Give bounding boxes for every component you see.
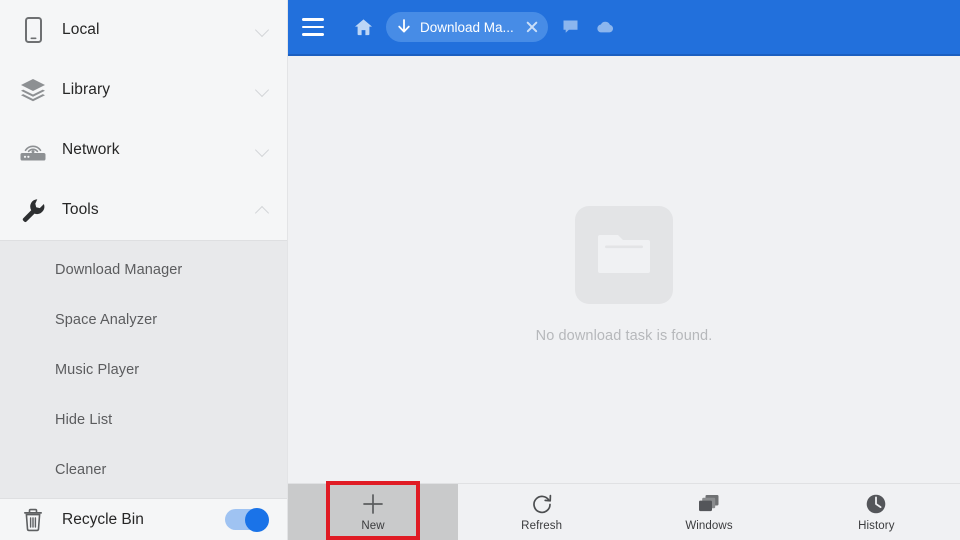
sidebar-item-label: Network xyxy=(62,141,120,158)
sidebar-subitem-hide-list[interactable]: Hide List xyxy=(0,395,287,445)
sidebar-subitem-download-manager[interactable]: Download Manager xyxy=(0,245,287,295)
sidebar-item-local[interactable]: Local xyxy=(0,0,287,60)
tab-title: Download Ma... xyxy=(420,19,514,35)
new-button-zone: New xyxy=(288,484,458,540)
sidebar-subitem-label: Download Manager xyxy=(55,262,183,278)
recycle-bin-toggle[interactable] xyxy=(225,507,269,532)
sidebar-subitem-label: Music Player xyxy=(55,362,140,378)
refresh-button[interactable]: Refresh xyxy=(458,484,625,540)
sidebar-subitem-label: Cleaner xyxy=(55,462,107,478)
hamburger-icon[interactable] xyxy=(302,13,330,41)
folder-icon xyxy=(596,229,652,282)
sidebar-item-library[interactable]: Library xyxy=(0,60,287,120)
tab-download-manager[interactable]: Download Ma... xyxy=(386,12,548,42)
main-pane: Download Ma... No download task is found… xyxy=(288,0,960,540)
sidebar-item-tools[interactable]: Tools xyxy=(0,180,287,240)
download-list-empty-state: No download task is found. xyxy=(288,56,960,540)
wrench-icon xyxy=(18,195,48,225)
chevron-down-icon[interactable] xyxy=(255,82,271,98)
layers-icon xyxy=(18,75,48,105)
hamburger-bar xyxy=(302,25,324,29)
sidebar-subitem-label: Hide List xyxy=(55,412,113,428)
history-button-label: History xyxy=(858,519,895,532)
sidebar-item-label: Local xyxy=(62,21,100,38)
sidebar-subitem-music-player[interactable]: Music Player xyxy=(0,345,287,395)
hamburger-bar xyxy=(302,33,324,36)
sidebar-subitem-cleaner[interactable]: Cleaner xyxy=(0,445,287,495)
new-button-label: New xyxy=(361,519,385,532)
windows-button[interactable]: Windows xyxy=(625,484,792,540)
sidebar-nav: Local Library Network Tools xyxy=(0,0,287,240)
refresh-icon xyxy=(531,493,553,515)
phone-icon xyxy=(18,15,48,45)
message-icon[interactable] xyxy=(560,16,582,38)
windows-icon xyxy=(697,493,721,515)
sidebar-subitem-label: Space Analyzer xyxy=(55,312,158,328)
toggle-knob xyxy=(245,507,269,532)
file-manager-window: Local Library Network Tools Download Man… xyxy=(0,0,960,540)
refresh-button-label: Refresh xyxy=(521,519,563,532)
empty-state-icon-box xyxy=(575,206,673,304)
sidebar: Local Library Network Tools Download Man… xyxy=(0,0,288,540)
clock-icon xyxy=(865,493,887,515)
bottom-toolbar: New Refresh Windows History xyxy=(288,483,960,540)
history-button[interactable]: History xyxy=(793,484,960,540)
app-header: Download Ma... xyxy=(288,0,960,56)
sidebar-item-network[interactable]: Network xyxy=(0,120,287,180)
router-icon xyxy=(18,135,48,165)
new-button[interactable]: New xyxy=(331,484,415,540)
sidebar-item-recycle-bin[interactable]: Recycle Bin xyxy=(0,499,287,540)
tools-submenu: Download Manager Space Analyzer Music Pl… xyxy=(0,240,287,499)
sidebar-item-label: Library xyxy=(62,81,111,98)
sidebar-item-label: Tools xyxy=(62,201,99,218)
download-arrow-icon xyxy=(397,19,412,36)
sidebar-subitem-space-analyzer[interactable]: Space Analyzer xyxy=(0,295,287,345)
hamburger-bar xyxy=(302,18,324,21)
empty-state-message: No download task is found. xyxy=(535,328,713,344)
windows-button-label: Windows xyxy=(685,519,733,532)
chevron-up-icon[interactable] xyxy=(255,202,271,218)
home-icon[interactable] xyxy=(352,16,374,38)
trash-icon xyxy=(18,505,48,535)
chevron-down-icon[interactable] xyxy=(255,22,271,38)
sidebar-item-label: Recycle Bin xyxy=(62,510,144,528)
close-icon[interactable] xyxy=(522,17,542,37)
chevron-down-icon[interactable] xyxy=(255,142,271,158)
plus-icon xyxy=(362,493,384,515)
cloud-icon[interactable] xyxy=(594,16,616,38)
